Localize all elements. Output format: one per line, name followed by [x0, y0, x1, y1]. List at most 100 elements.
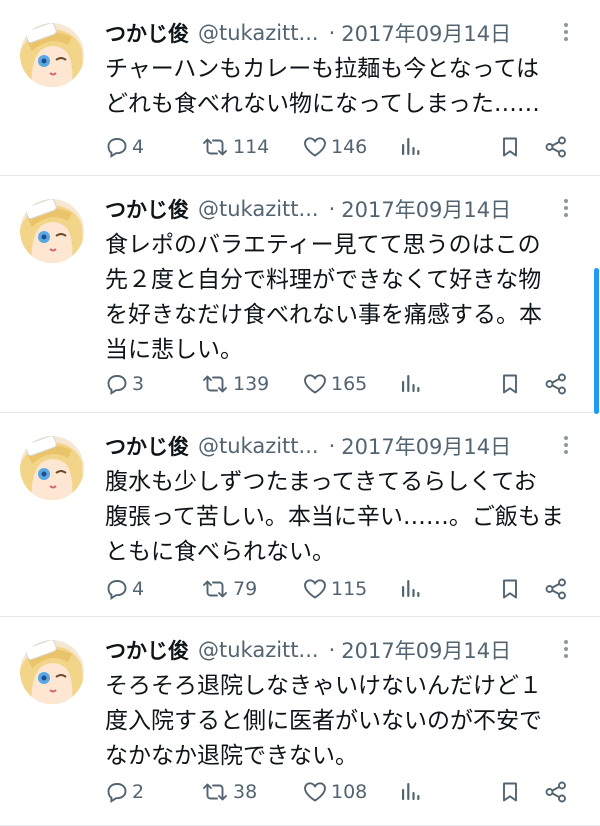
tweet-text: 食レポのバラエティー見てて思うのはこの 先２度と自分で料理ができなくて好きな物 を好… [105, 228, 575, 368]
tweet-card[interactable]: つかじ俊 @tukazitt... · 2017年09月14日 そろそろ退院しなきゃいけ… [0, 617, 600, 826]
speech-bubble-icon [105, 372, 129, 396]
share-nodes-icon [543, 372, 569, 396]
like-count: 108 [331, 781, 368, 803]
views-button[interactable] [399, 370, 421, 398]
bookmark-icon [499, 780, 521, 804]
like-button[interactable]: 165 [302, 370, 367, 398]
bookmark-button[interactable] [499, 370, 521, 398]
heart-icon [302, 780, 328, 804]
views-button[interactable] [399, 133, 421, 161]
user-handle[interactable]: @tukazitt... [198, 638, 319, 662]
more-options-icon[interactable] [558, 433, 574, 461]
bookmark-icon [499, 135, 521, 159]
reply-button[interactable]: 3 [105, 370, 144, 398]
speech-bubble-icon [105, 780, 129, 804]
user-handle[interactable]: @tukazitt... [198, 21, 319, 45]
reply-button[interactable]: 4 [105, 133, 144, 161]
display-name[interactable]: つかじ俊 [105, 635, 189, 665]
heart-icon [302, 577, 328, 601]
bookmark-button[interactable] [499, 575, 521, 603]
more-options-icon[interactable] [558, 196, 574, 224]
tweet-text: チャーハンもカレーも拉麺も今となっては どれも食べれない物になってしまった…… [105, 52, 575, 122]
retweet-count: 79 [233, 578, 258, 600]
avatar[interactable] [20, 23, 84, 87]
display-name[interactable]: つかじ俊 [105, 194, 189, 224]
tweet-card[interactable]: つかじ俊 @tukazitt... · 2017年09月14日腹水も少しずつたまってき… [0, 413, 600, 617]
tweet-card[interactable]: つかじ俊 @tukazitt... · 2017年09月14日食レポのバラエティー見て… [0, 176, 600, 413]
share-button[interactable] [543, 575, 569, 603]
tweet-text-line: 腹張って苦しい。本当に辛い……。ご飯もま [105, 504, 564, 530]
tweet-date[interactable]: 2017年09月14日 [341, 18, 511, 48]
tweet-text-line: 先２度と自分で料理ができなくて好きな物 [105, 267, 542, 293]
tweet-text: そろそろ退院しなきゃいけないんだけど１ 度入院すると側に医者がいないのが不安で なか… [105, 669, 575, 774]
like-button[interactable]: 115 [302, 575, 367, 603]
reply-count: 4 [132, 136, 145, 158]
display-name[interactable]: つかじ俊 [105, 431, 189, 461]
views-button[interactable] [399, 575, 421, 603]
share-nodes-icon [543, 780, 569, 804]
tweet-actions: 2 38 108 [105, 778, 575, 806]
share-button[interactable] [543, 370, 569, 398]
bookmark-icon [499, 372, 521, 396]
tweet-text-line: を好きなだけ食べれない事を痛感する。本 [105, 302, 542, 328]
retweet-arrows-icon [200, 135, 230, 159]
reply-button[interactable]: 4 [105, 575, 144, 603]
reply-count: 4 [132, 578, 145, 600]
tweet-text-line: 食レポのバラエティー見てて思うのはこの [105, 232, 541, 258]
share-button[interactable] [543, 133, 569, 161]
speech-bubble-icon [105, 577, 129, 601]
bar-chart-icon [399, 372, 421, 396]
tweet-text-line: どれも食べれない物になってしまった…… [105, 91, 540, 117]
more-options-icon[interactable] [558, 637, 574, 665]
tweet-text-line: 度入院すると側に医者がいないのが不安で [105, 708, 542, 734]
more-options-icon[interactable] [558, 20, 574, 48]
retweet-button[interactable]: 79 [200, 575, 257, 603]
bookmark-button[interactable] [499, 133, 521, 161]
like-button[interactable]: 146 [302, 133, 367, 161]
like-count: 115 [331, 578, 368, 600]
avatar[interactable] [20, 640, 84, 704]
share-nodes-icon [543, 135, 569, 159]
separator-dot: · [328, 197, 336, 221]
tweet-date[interactable]: 2017年09月14日 [341, 431, 511, 461]
user-handle[interactable]: @tukazitt... [198, 434, 319, 458]
views-button[interactable] [399, 778, 421, 806]
share-nodes-icon [543, 577, 569, 601]
tweet-actions: 4 79 115 [105, 575, 575, 603]
separator-dot: · [328, 434, 336, 458]
tweet-text-line: 腹水も少しずつたまってきてるらしくてお [105, 469, 537, 495]
retweet-arrows-icon [200, 372, 230, 396]
heart-icon [302, 135, 328, 159]
tweet-text-line: 当に悲しい。 [105, 337, 243, 363]
retweet-button[interactable]: 114 [200, 133, 269, 161]
tweet-actions: 4 114 146 [105, 133, 575, 161]
tweet-date[interactable]: 2017年09月14日 [341, 635, 511, 665]
avatar[interactable] [20, 436, 84, 500]
retweet-button[interactable]: 139 [200, 370, 269, 398]
user-handle[interactable]: @tukazitt... [198, 197, 319, 221]
separator-dot: · [328, 21, 336, 45]
retweet-arrows-icon [200, 577, 230, 601]
tweet-header: つかじ俊 @tukazitt... · 2017年09月14日 [105, 429, 536, 463]
tweet-card[interactable]: つかじ俊 @tukazitt... · 2017年09月14日チャーハンもカレーも拉麺… [0, 0, 600, 176]
bar-chart-icon [399, 135, 421, 159]
scrollbar-thumb[interactable] [594, 268, 599, 414]
bookmark-button[interactable] [499, 778, 521, 806]
retweet-count: 139 [233, 373, 270, 395]
reply-count: 2 [132, 781, 145, 803]
share-button[interactable] [543, 778, 569, 806]
reply-button[interactable]: 2 [105, 778, 144, 806]
tweet-text-line: ともに食べられない。 [105, 539, 335, 565]
retweet-button[interactable]: 38 [200, 778, 257, 806]
tweet-date[interactable]: 2017年09月14日 [341, 194, 511, 224]
like-button[interactable]: 108 [302, 778, 367, 806]
avatar[interactable] [20, 199, 84, 263]
reply-count: 3 [132, 373, 145, 395]
retweet-count: 38 [233, 781, 258, 803]
display-name[interactable]: つかじ俊 [105, 18, 189, 48]
retweet-arrows-icon [200, 780, 230, 804]
heart-icon [302, 372, 328, 396]
like-count: 165 [331, 373, 368, 395]
tweet-header: つかじ俊 @tukazitt... · 2017年09月14日 [105, 633, 536, 667]
tweet-text: 腹水も少しずつたまってきてるらしくてお腹張って苦しい。本当に辛い……。ご飯もまと… [105, 465, 575, 570]
